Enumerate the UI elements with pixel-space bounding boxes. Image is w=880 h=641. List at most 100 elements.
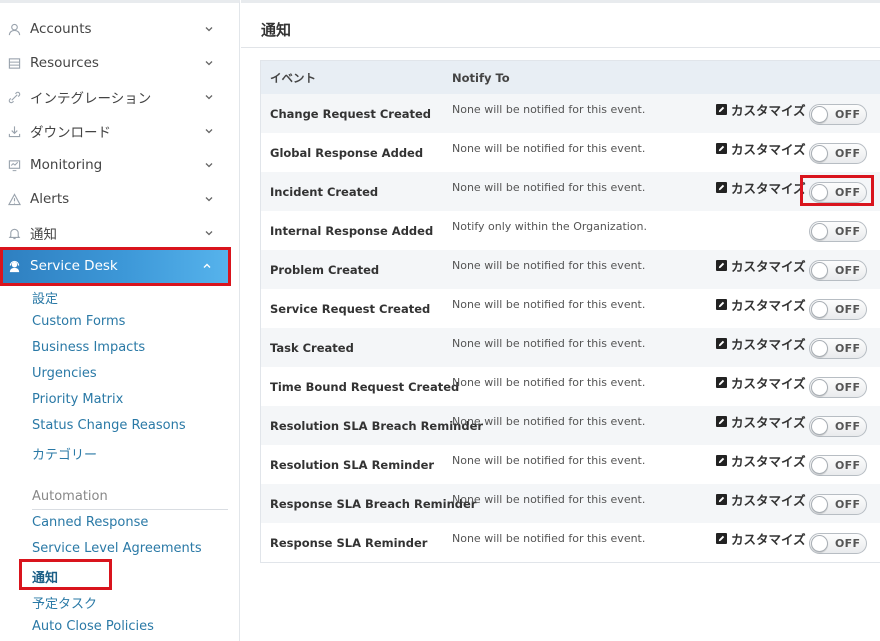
sub-item-status-change-reasons[interactable]: Status Change Reasons: [32, 418, 186, 433]
sub-item-business-impacts[interactable]: Business Impacts: [32, 340, 145, 355]
chevron-down-icon: [204, 125, 216, 137]
customize-link[interactable]: カスタマイズ: [716, 451, 806, 470]
notification-toggle[interactable]: OFF: [809, 416, 867, 437]
sub-item-settings[interactable]: 設定: [32, 288, 58, 307]
notification-toggle[interactable]: OFF: [809, 338, 867, 359]
table-row: Global Response Added None will be notifi…: [261, 133, 880, 172]
toggle-knob: [811, 223, 828, 240]
sub-item-auto-close-policies[interactable]: Auto Close Policies: [32, 619, 154, 634]
event-name: Resolution SLA Reminder: [270, 457, 435, 472]
customize-link[interactable]: カスタマイズ: [716, 334, 806, 353]
notify-to-text: Notify only within the Organization.: [452, 220, 648, 233]
toggle-knob: [811, 145, 828, 162]
notify-to-text: None will be notified for this event.: [452, 337, 646, 350]
sidebar-item-label: 通知: [30, 227, 57, 243]
sidebar-item-accounts[interactable]: Accounts: [0, 12, 230, 46]
table-row: Task Created None will be notified for th…: [261, 328, 880, 367]
notification-toggle[interactable]: OFF: [809, 104, 867, 125]
event-name: Global Response Added: [270, 145, 424, 160]
highlight-box-incident-toggle: [800, 175, 874, 206]
notification-toggle[interactable]: OFF: [809, 221, 867, 242]
customize-label: カスタマイズ: [731, 259, 806, 274]
toggle-knob: [811, 379, 828, 396]
highlight-box-notifications: [19, 559, 112, 590]
toggle-knob: [811, 106, 828, 123]
column-header-event: イベント: [270, 70, 316, 85]
customize-label: カスタマイズ: [731, 337, 806, 352]
toggle-label: OFF: [835, 342, 861, 355]
sidebar-item-alerts[interactable]: Alerts: [0, 182, 230, 216]
sub-item-scheduled-tasks[interactable]: 予定タスク: [32, 593, 97, 612]
toggle-knob: [811, 262, 828, 279]
toggle-label: OFF: [835, 264, 861, 277]
sub-item-urgencies[interactable]: Urgencies: [32, 366, 97, 381]
customize-link[interactable]: カスタマイズ: [716, 139, 806, 158]
customize-link[interactable]: カスタマイズ: [716, 100, 806, 119]
customize-link[interactable]: カスタマイズ: [716, 256, 806, 275]
table-row: Change Request Created None will be notif…: [261, 94, 880, 133]
toggle-label: OFF: [835, 303, 861, 316]
sidebar-item-integration[interactable]: インテグレーション: [0, 80, 230, 114]
table-row: Response SLA Breach Reminder None will be…: [261, 484, 880, 523]
sidebar-item-label: ダウンロード: [30, 125, 111, 141]
notification-toggle[interactable]: OFF: [809, 533, 867, 554]
notification-toggle[interactable]: OFF: [809, 299, 867, 320]
toggle-label: OFF: [835, 147, 861, 160]
event-name: Resolution SLA Breach Reminder: [270, 418, 484, 433]
customize-label: カスタマイズ: [731, 415, 806, 430]
toggle-label: OFF: [835, 225, 861, 238]
sidebar-item-label: Accounts: [30, 21, 92, 37]
chevron-down-icon: [204, 193, 216, 205]
edit-icon: [716, 338, 727, 349]
main-content: 通知 イベント Notify To Change Request Created…: [241, 0, 880, 641]
notify-to-text: None will be notified for this event.: [452, 493, 646, 506]
notify-to-text: None will be notified for this event.: [452, 259, 646, 272]
sub-item-category[interactable]: カテゴリー: [32, 444, 97, 463]
event-name: Service Request Created: [270, 301, 431, 316]
sidebar-item-notifications[interactable]: 通知: [0, 216, 230, 250]
customize-label: カスタマイズ: [731, 298, 806, 313]
notification-toggle[interactable]: OFF: [809, 377, 867, 398]
customize-link[interactable]: カスタマイズ: [716, 490, 806, 509]
customize-label: カスタマイズ: [731, 532, 806, 547]
toggle-label: OFF: [835, 381, 861, 394]
divider: [32, 509, 228, 510]
notify-to-text: None will be notified for this event.: [452, 454, 646, 467]
customize-link[interactable]: カスタマイズ: [716, 373, 806, 392]
toggle-label: OFF: [835, 459, 861, 472]
monitor-icon: [7, 158, 21, 172]
sub-item-priority-matrix[interactable]: Priority Matrix: [32, 392, 123, 407]
customize-link[interactable]: カスタマイズ: [716, 412, 806, 431]
sidebar-item-resources[interactable]: Resources: [0, 46, 230, 80]
event-name: Internal Response Added: [270, 223, 434, 238]
notify-to-text: None will be notified for this event.: [452, 415, 646, 428]
sidebar-item-label: インテグレーション: [30, 91, 152, 107]
edit-icon: [716, 416, 727, 427]
event-name: Problem Created: [270, 262, 380, 277]
table-row: Incident Created None will be notified fo…: [261, 172, 880, 211]
sub-item-custom-forms[interactable]: Custom Forms: [32, 314, 125, 329]
customize-link[interactable]: カスタマイズ: [716, 295, 806, 314]
automation-heading: Automation: [32, 489, 108, 504]
link-icon: [7, 90, 21, 104]
toggle-label: OFF: [835, 537, 861, 550]
customize-link[interactable]: カスタマイズ: [716, 178, 806, 197]
sidebar-item-download[interactable]: ダウンロード: [0, 114, 230, 148]
sub-item-canned-response[interactable]: Canned Response: [32, 515, 148, 530]
edit-icon: [716, 182, 727, 193]
customize-link[interactable]: カスタマイズ: [716, 529, 806, 548]
sidebar-item-monitoring[interactable]: Monitoring: [0, 148, 230, 182]
edit-icon: [716, 143, 727, 154]
chevron-down-icon: [204, 227, 216, 239]
event-name: Time Bound Request Created: [270, 379, 460, 394]
notification-toggle[interactable]: OFF: [809, 494, 867, 515]
edit-icon: [716, 260, 727, 271]
notification-toggle[interactable]: OFF: [809, 260, 867, 281]
toggle-knob: [811, 457, 828, 474]
sub-item-service-level-agreements[interactable]: Service Level Agreements: [32, 541, 202, 556]
notification-toggle[interactable]: OFF: [809, 455, 867, 476]
download-icon: [7, 124, 21, 138]
table-row: Resolution SLA Reminder None will be noti…: [261, 445, 880, 484]
sidebar-item-label: Monitoring: [30, 157, 103, 173]
notification-toggle[interactable]: OFF: [809, 143, 867, 164]
